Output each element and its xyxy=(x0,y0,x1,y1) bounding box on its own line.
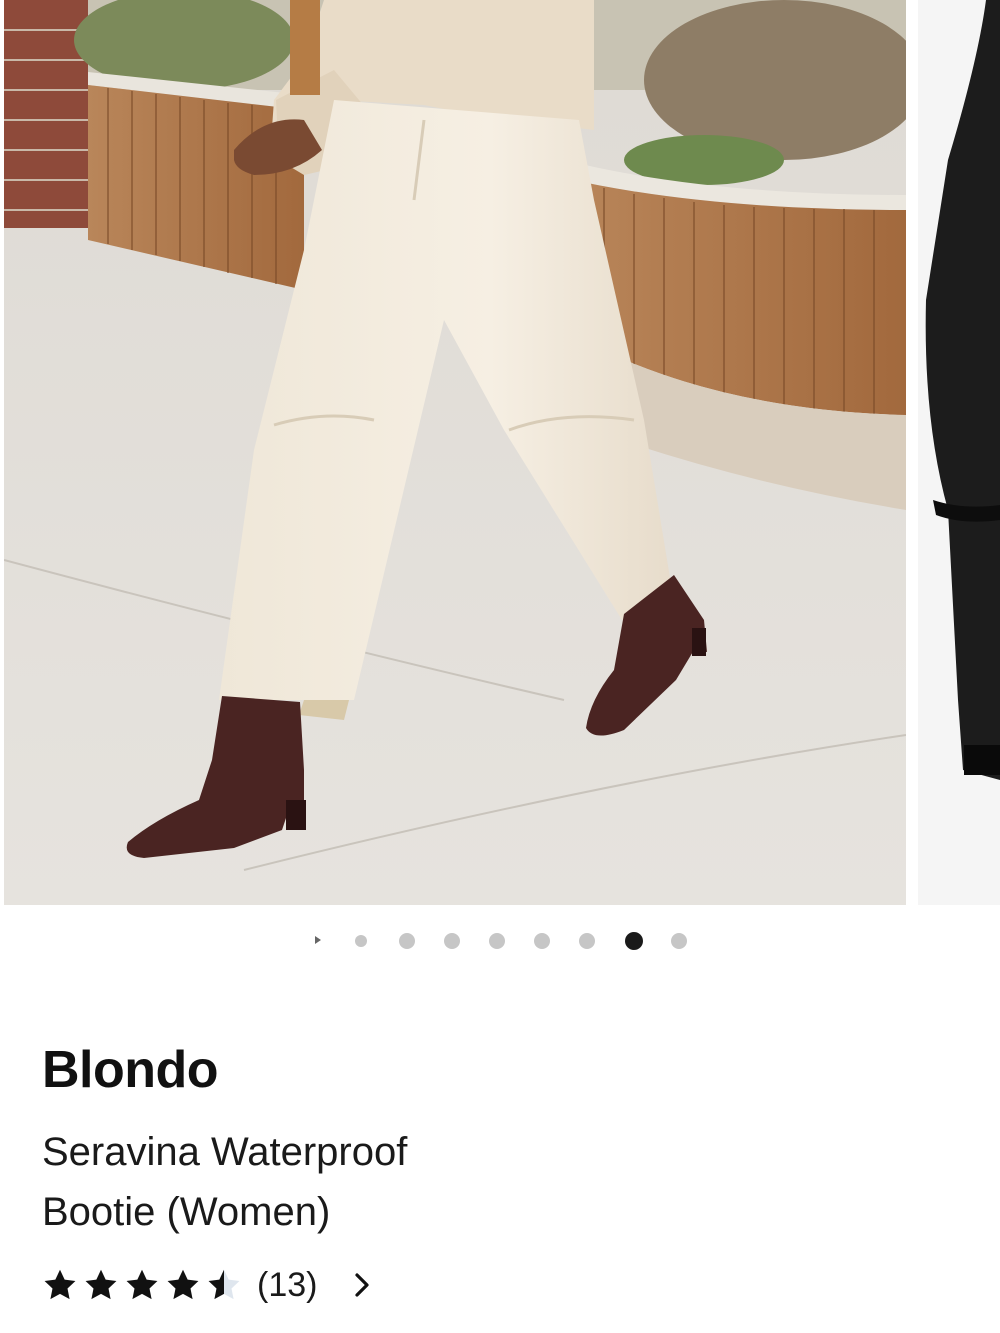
star-icon xyxy=(44,1269,76,1300)
carousel-dot[interactable] xyxy=(671,933,687,949)
carousel-dot[interactable] xyxy=(399,933,415,949)
chevron-right-icon[interactable] xyxy=(351,1271,373,1299)
product-title: Seravina Waterproof Bootie (Women) xyxy=(42,1130,408,1234)
carousel-dot[interactable] xyxy=(534,933,550,949)
carousel-dot[interactable] xyxy=(355,935,367,947)
carousel-pagination[interactable] xyxy=(0,928,1000,954)
play-arrow-icon[interactable] xyxy=(315,936,321,944)
carousel-dot[interactable] xyxy=(579,933,595,949)
product-image-main[interactable] xyxy=(4,0,906,905)
half-star-icon xyxy=(208,1269,240,1300)
review-count[interactable]: (13) xyxy=(257,1266,317,1305)
product-image-carousel[interactable] xyxy=(0,0,1000,905)
product-image-next[interactable] xyxy=(918,0,1000,905)
star-icon xyxy=(85,1269,117,1300)
next-product-photo xyxy=(918,0,1000,905)
star-icon xyxy=(126,1269,158,1300)
carousel-dot[interactable] xyxy=(489,933,505,949)
product-photo xyxy=(4,0,906,905)
carousel-dot[interactable] xyxy=(444,933,460,949)
rating-link[interactable]: (13) xyxy=(42,1262,373,1308)
brand-name[interactable]: Blondo xyxy=(42,1040,219,1100)
star-icon xyxy=(167,1269,199,1300)
carousel-dot-active[interactable] xyxy=(625,932,643,950)
star-rating xyxy=(42,1267,247,1303)
